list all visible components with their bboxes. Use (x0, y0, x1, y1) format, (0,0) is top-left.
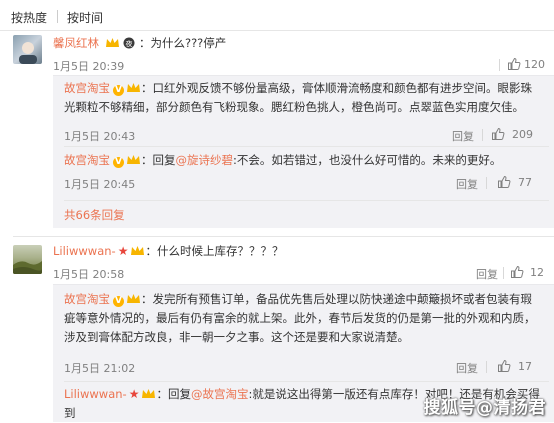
action-divider (486, 361, 487, 373)
reply-text-line: 光颗粒不够精细，部分颜色有飞粉现象。腮红粉色挑人，橙色尚可。点翠蓝色实用度欠佳。 (64, 100, 524, 114)
comment-timestamp: 1月5日 20:39 (53, 60, 125, 73)
member-crown-icon (126, 291, 141, 303)
member-crown-icon (126, 80, 141, 92)
thumbs-up-icon[interactable] (510, 265, 524, 279)
reply-username[interactable]: Liliwwwan- (64, 387, 127, 401)
like-count: 209 (512, 128, 533, 141)
like-count: 120 (524, 58, 545, 71)
reply-text: :不会。如若错过，也没什么好可惜的。未来的更好。 (233, 153, 502, 167)
avatar[interactable] (13, 35, 42, 64)
medal-badge-icon: 夜 (123, 36, 135, 55)
reply-button[interactable]: 回复 (456, 176, 478, 192)
verified-v-icon: V (113, 85, 124, 96)
like-count: 17 (518, 360, 532, 373)
reply-divider (64, 200, 549, 201)
reply-button[interactable]: 回复 (476, 266, 498, 282)
thumbs-up-icon[interactable] (497, 175, 511, 189)
member-crown-icon (130, 243, 145, 255)
svg-text:夜: 夜 (126, 39, 133, 48)
member-crown-icon (126, 152, 141, 164)
reply-text-line: ：口红外观反馈不够份量高级，膏体顺滑流畅度和颜色都有进步空间。眼影珠 (141, 81, 532, 95)
mention-link[interactable]: @故宫淘宝 (191, 387, 249, 401)
reply-text-line: 疵等意外情况的，最后有仍有富余的就上架。此外，春节后发货的仍是第一批的外观和内质… (64, 311, 536, 325)
action-divider (482, 129, 483, 141)
action-divider (486, 177, 487, 189)
sort-divider (57, 10, 58, 23)
comment-timestamp: 1月5日 20:58 (53, 268, 125, 281)
reply-item: 故宫淘宝 V ：口红外观反馈不够份量高级，膏体顺滑流畅度和颜色都有进步空间。眼影珠 … (64, 79, 549, 117)
avatar[interactable] (13, 245, 42, 274)
reply-timestamp: 1月5日 21:02 (64, 362, 136, 375)
sort-by-time-tab[interactable]: 按时间 (67, 9, 103, 26)
sort-bar: 按热度 按时间 (0, 0, 554, 31)
like-count: 77 (518, 176, 532, 189)
comment-text: ：什么时候上库存？？？？ (145, 244, 284, 258)
comment-username[interactable]: Liliwwwan- (53, 244, 116, 258)
comment-header: Liliwwwan- ★ ：什么时候上库存？？？？ (53, 242, 283, 261)
reply-timestamp: 1月5日 20:43 (64, 130, 136, 143)
reply-text-line: 涉及到膏体配方改良，非一朝一夕之事。这个还是要和大家说清楚。 (64, 330, 409, 344)
avatar-photo-icon (13, 261, 42, 274)
thumbs-up-icon[interactable] (507, 57, 521, 71)
reply-timestamp: 1月5日 20:45 (64, 178, 136, 191)
mention-link[interactable]: @旋诗纱碧 (176, 153, 234, 167)
verified-v-icon: V (113, 157, 124, 168)
reply-username[interactable]: 故宫淘宝 (64, 81, 110, 95)
sort-bar-divider (0, 30, 554, 31)
comment-header: 馨凤红林 夜 ：为什么???停产 (53, 34, 226, 55)
action-divider (503, 267, 504, 279)
watermark: 搜狐号@清扬君 (423, 398, 546, 418)
action-divider (499, 59, 500, 71)
member-crown-icon (141, 386, 156, 398)
reply-button[interactable]: 回复 (456, 360, 478, 376)
reply-prefix: ：回复 (156, 387, 191, 401)
reply-item: 故宫淘宝 V ：发完所有预售订单，备品优先售后处理以防快递途中颠簸损坏或者包装有瑕 … (64, 290, 549, 347)
reply-prefix: ：回复 (141, 153, 176, 167)
reply-button[interactable]: 回复 (452, 128, 474, 144)
reply-divider (64, 381, 549, 382)
red-star-icon: ★ (117, 244, 129, 258)
reply-item: 故宫淘宝 V ：回复@旋诗纱碧:不会。如若错过，也没什么好可惜的。未来的更好。 (64, 151, 549, 170)
reply-text-line: ：发完所有预售订单，备品优先售后处理以防快递途中颠簸损坏或者包装有瑕 (141, 292, 532, 306)
like-count: 12 (530, 266, 544, 279)
red-star-icon: ★ (128, 387, 140, 401)
reply-divider (64, 146, 549, 147)
thumbs-up-icon[interactable] (497, 359, 511, 373)
comment-divider (13, 236, 554, 237)
sort-by-hot-tab[interactable]: 按热度 (11, 9, 47, 26)
thumbs-up-icon[interactable] (491, 127, 505, 141)
member-crown-icon (105, 35, 120, 47)
comment-text: ：为什么???停产 (138, 36, 227, 50)
verified-v-icon: V (113, 296, 124, 307)
avatar-photo-icon (19, 42, 37, 64)
comment-username[interactable]: 馨凤红林 (53, 36, 99, 50)
more-replies-link[interactable]: 共66条回复 (64, 207, 125, 223)
reply-username[interactable]: 故宫淘宝 (64, 292, 110, 306)
reply-username[interactable]: 故宫淘宝 (64, 153, 110, 167)
